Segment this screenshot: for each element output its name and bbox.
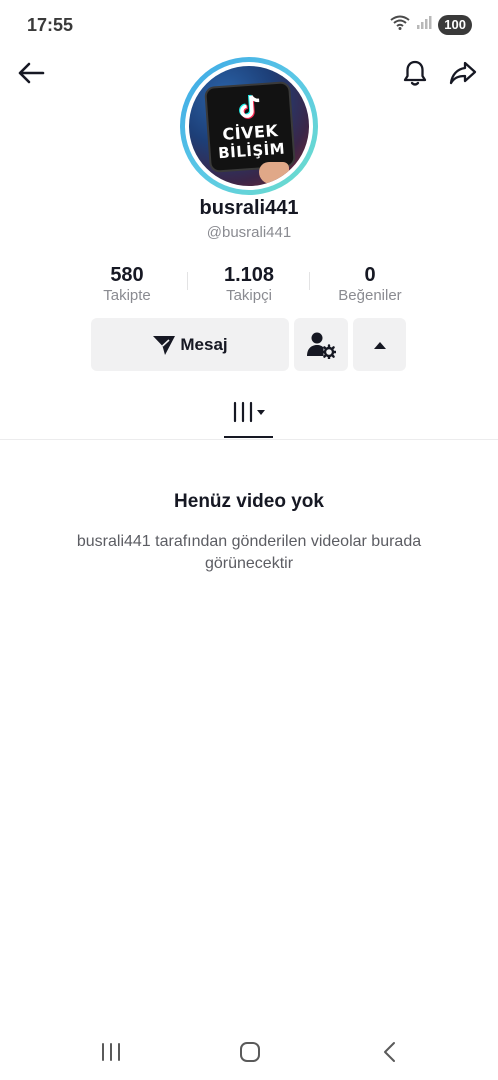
- stat-likes[interactable]: 0 Beğeniler: [310, 263, 430, 305]
- videos-grid-icon: [233, 401, 265, 423]
- bell-icon: [403, 60, 427, 86]
- avatar-sign: CİVEK BİLİŞİM: [204, 81, 296, 173]
- stat-likes-value: 0: [364, 264, 376, 286]
- recent-apps-button[interactable]: [91, 1040, 131, 1064]
- system-back-button[interactable]: [370, 1040, 410, 1064]
- avatar-image: CİVEK BİLİŞİM: [189, 66, 309, 186]
- tab-videos[interactable]: [224, 400, 273, 440]
- music-note-icon: [239, 94, 260, 119]
- avatar-border: CİVEK BİLİŞİM: [185, 62, 313, 190]
- share-button[interactable]: [447, 57, 479, 89]
- signal-icon: [416, 14, 432, 35]
- profile-username: busrali441: [199, 197, 299, 219]
- stat-likes-label: Beğeniler: [338, 287, 402, 304]
- stat-followers-label: Takipçi: [226, 287, 272, 304]
- back-arrow-icon: [18, 62, 45, 84]
- avatar[interactable]: CİVEK BİLİŞİM: [180, 57, 318, 195]
- tabs-divider: [0, 439, 498, 440]
- stat-following-value: 580: [110, 264, 144, 286]
- navigation-bar: [0, 1020, 498, 1080]
- battery-icon: 100: [438, 14, 472, 35]
- wifi-icon: [390, 14, 410, 35]
- stat-following-label: Takipte: [103, 287, 151, 304]
- user-settings-icon: [307, 332, 336, 359]
- status-bar: 17:55 100: [0, 0, 498, 50]
- back-button[interactable]: [15, 57, 47, 89]
- caret-up-icon: [373, 341, 386, 349]
- recent-apps-icon: [102, 1043, 120, 1061]
- home-icon: [240, 1042, 260, 1062]
- stat-following[interactable]: 580 Takipte: [67, 263, 187, 305]
- more-options-button[interactable]: [353, 318, 406, 371]
- message-button[interactable]: Mesaj: [91, 318, 289, 371]
- tab-active-indicator: [224, 436, 273, 438]
- stat-followers-value: 1.108: [223, 264, 275, 286]
- home-button[interactable]: [230, 1040, 270, 1064]
- status-time: 17:55: [27, 15, 74, 35]
- share-icon: [449, 61, 477, 85]
- message-button-label: Mesaj: [180, 334, 228, 354]
- stat-divider: [187, 272, 188, 290]
- avatar-hand: [259, 162, 289, 184]
- profile-handle: @busrali441: [206, 224, 292, 241]
- empty-state-title: Henüz video yok: [174, 491, 324, 512]
- stat-followers[interactable]: 1.108 Takipçi: [189, 263, 309, 305]
- status-icons: 100: [390, 14, 472, 35]
- send-icon: [153, 335, 176, 355]
- back-icon: [384, 1042, 395, 1062]
- notifications-button[interactable]: [399, 57, 431, 89]
- follow-settings-button[interactable]: [294, 318, 348, 371]
- empty-state-description: busrali441 tarafından gönderilen videola…: [76, 533, 422, 572]
